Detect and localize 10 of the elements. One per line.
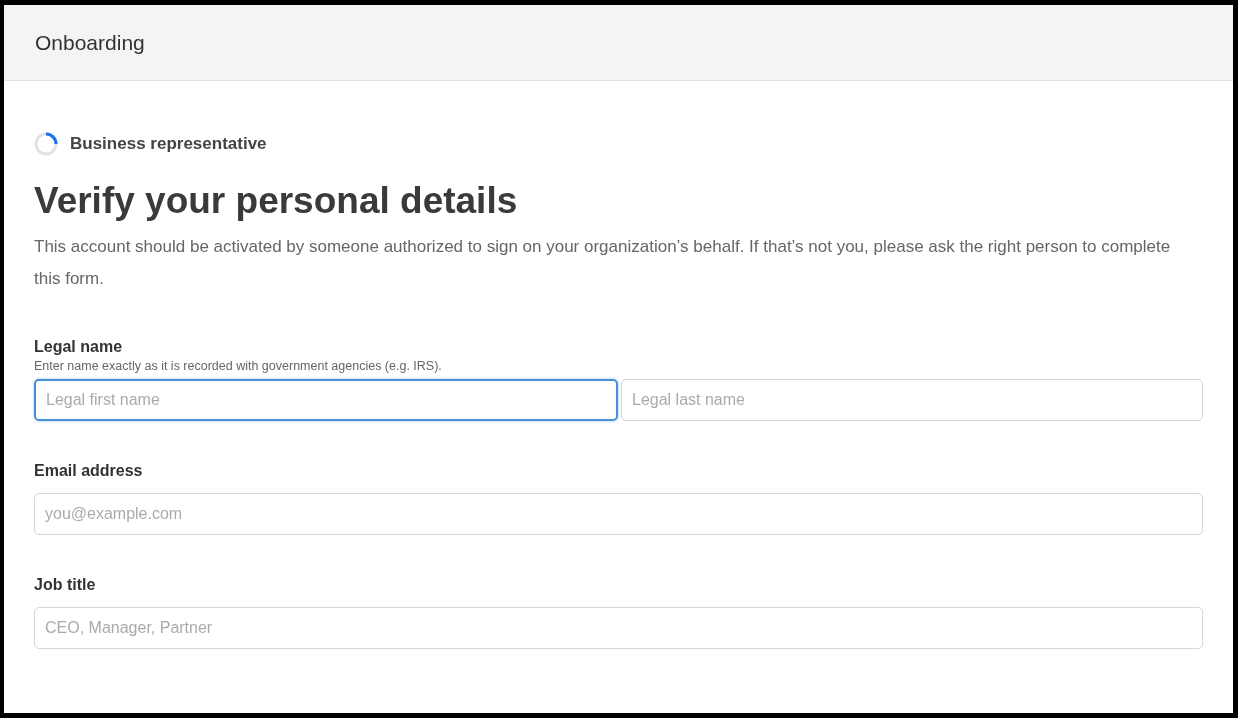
spinner-icon [34,131,58,156]
field-label: Legal name [34,336,124,357]
field-label: Job title [34,574,97,595]
header-title: Onboarding [35,29,145,56]
text-field[interactable]: Legal first name [34,378,618,421]
field-hint: Enter name exactly as it is recorded with government agencies (e.g. IRS). [34,357,443,374]
page-heading: Verify your personal details [34,178,519,223]
step-label: Business representative [70,133,267,155]
field-label: Email address [34,460,144,481]
intro-text: This account should be activated by someone authorized to sign on your organization’s behalf. If that’s not you, please ask the right person to complete this form. [34,235,1172,290]
